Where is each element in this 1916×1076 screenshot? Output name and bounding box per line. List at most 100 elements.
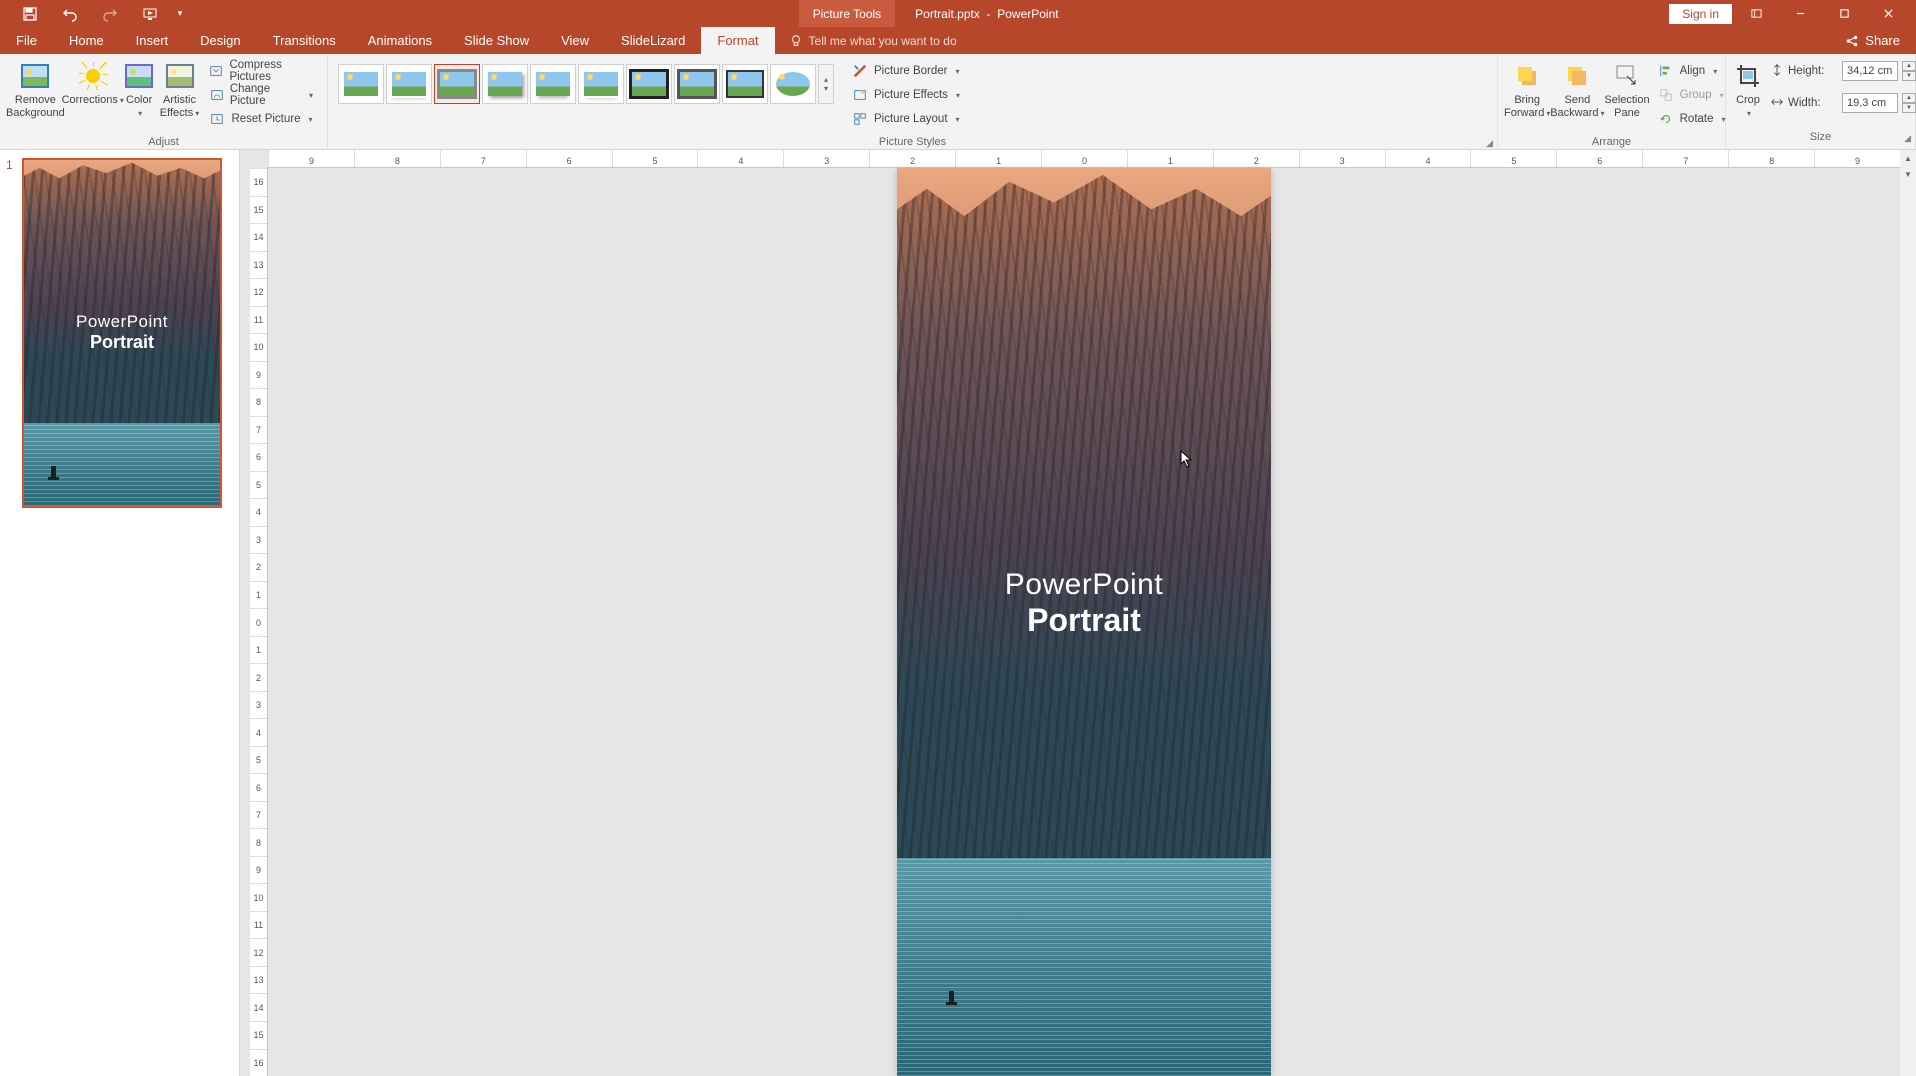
height-input[interactable]: 34,12 cm (1842, 61, 1898, 81)
rotate-button[interactable]: Rotate (1654, 108, 1730, 130)
bring-forward-button[interactable]: Bring Forward (1504, 58, 1550, 122)
selection-pane-button[interactable]: Selection Pane (1604, 58, 1649, 122)
share-label: Share (1865, 33, 1900, 48)
tab-animations[interactable]: Animations (352, 27, 448, 54)
color-icon (123, 60, 155, 92)
style-thumb-7[interactable] (626, 64, 672, 104)
color-button[interactable]: Color (121, 58, 158, 122)
group-adjust: Remove Background Corrections Color Arti… (0, 54, 328, 149)
quick-access-toolbar: ▾ (0, 0, 188, 27)
share-button[interactable]: Share (1829, 27, 1916, 54)
title-right: Sign in (1669, 0, 1916, 27)
artistic-effects-label: Artistic Effects (160, 94, 196, 119)
lightbulb-icon (789, 34, 803, 48)
style-thumb-9[interactable] (722, 64, 768, 104)
tab-insert[interactable]: Insert (120, 27, 185, 54)
width-input[interactable]: 19,3 cm (1842, 93, 1898, 113)
picture-effects-icon (852, 87, 868, 103)
corrections-icon (77, 60, 109, 92)
slide-canvas-area[interactable]: 9876543210123456789 16151413121110987654… (240, 150, 1916, 1076)
tab-slidelizard[interactable]: SlideLizard (605, 27, 701, 54)
slide-number-1: 1 (6, 158, 16, 508)
picture-styles-group-label: Picture Styles◢ (328, 136, 1497, 149)
picture-border-button[interactable]: Picture Border (848, 60, 964, 82)
maximize-button[interactable] (1824, 0, 1864, 27)
compress-pictures-button[interactable]: Compress Pictures (205, 60, 317, 82)
selection-pane-icon (1611, 60, 1643, 92)
group-arrange: Bring Forward Send Backward Selection Pa… (1498, 54, 1726, 149)
corrections-button[interactable]: Corrections (65, 58, 121, 109)
bring-forward-label: Bring Forward (1504, 94, 1544, 119)
style-thumb-2[interactable] (386, 64, 432, 104)
close-button[interactable] (1868, 0, 1908, 27)
filename-label: Portrait.pptx (915, 7, 980, 21)
style-thumb-6[interactable] (578, 64, 624, 104)
scroll-up-button[interactable]: ▲ (1900, 150, 1916, 166)
tab-transitions[interactable]: Transitions (257, 27, 352, 54)
slide-1[interactable]: PowerPoint Portrait (897, 168, 1271, 1076)
group-picture-styles: ▴▾ Picture Border Picture Effects Pictur… (328, 54, 1498, 149)
title-separator: - (983, 7, 997, 21)
picture-layout-icon (852, 111, 868, 127)
redo-button[interactable] (92, 0, 128, 27)
style-thumb-10[interactable] (770, 64, 816, 104)
picture-effects-button[interactable]: Picture Effects (848, 84, 964, 106)
picture-border-label: Picture Border (874, 65, 948, 77)
width-icon (1770, 95, 1784, 112)
picture-style-gallery: ▴▾ (334, 58, 838, 110)
tab-slideshow[interactable]: Slide Show (448, 27, 545, 54)
tab-format[interactable]: Format (701, 27, 774, 54)
tell-me-search[interactable]: Tell me what you want to do (775, 27, 971, 54)
vertical-ruler: 1615141312111098765432101234567891011121… (250, 168, 268, 1076)
color-label: Color (126, 94, 152, 106)
picture-layout-button[interactable]: Picture Layout (848, 108, 964, 130)
sign-in-button[interactable]: Sign in (1669, 4, 1732, 24)
picture-border-icon (852, 63, 868, 79)
reset-picture-button[interactable]: Reset Picture (205, 108, 317, 130)
remove-background-button[interactable]: Remove Background (6, 58, 65, 122)
ribbon-display-options-button[interactable] (1736, 0, 1776, 27)
start-from-beginning-button[interactable] (132, 0, 168, 27)
undo-button[interactable] (52, 0, 88, 27)
vertical-scrollbar[interactable]: ▲ ▼ (1900, 150, 1916, 1076)
tab-view[interactable]: View (545, 27, 605, 54)
change-picture-button[interactable]: Change Picture (205, 84, 317, 106)
tab-design[interactable]: Design (184, 27, 256, 54)
minimize-button[interactable] (1780, 0, 1820, 27)
rotate-label: Rotate (1680, 113, 1714, 125)
artistic-effects-button[interactable]: Artistic Effects (158, 58, 202, 122)
gallery-more-button[interactable]: ▴▾ (818, 64, 834, 104)
group-button[interactable]: Group (1654, 84, 1730, 106)
slide-text-line2: Portrait (897, 602, 1271, 639)
size-launcher-button[interactable]: ◢ (1904, 133, 1911, 144)
slide-thumbnail-1[interactable]: PowerPoint Portrait (22, 158, 222, 508)
tell-me-placeholder: Tell me what you want to do (809, 34, 957, 48)
tab-home[interactable]: Home (53, 27, 120, 54)
style-thumb-5[interactable] (530, 64, 576, 104)
align-label: Align (1680, 65, 1706, 77)
arrange-group-label: Arrange (1498, 136, 1725, 149)
height-row: Height: 34,12 cm ▲▼ (1770, 58, 1916, 84)
qat-customize-button[interactable]: ▾ (172, 0, 188, 27)
slide-text-box[interactable]: PowerPoint Portrait (897, 568, 1271, 639)
style-thumb-8[interactable] (674, 64, 720, 104)
compress-icon (209, 63, 223, 79)
save-button[interactable] (12, 0, 48, 27)
style-thumb-4[interactable] (482, 64, 528, 104)
crop-label: Crop (1736, 94, 1760, 106)
reset-picture-label: Reset Picture (231, 113, 300, 125)
title-bar: ▾ Picture Tools Portrait.pptx - PowerPoi… (0, 0, 1916, 27)
style-thumb-1[interactable] (338, 64, 384, 104)
picture-effects-label: Picture Effects (874, 89, 948, 101)
height-spinner[interactable]: ▲▼ (1902, 61, 1916, 81)
height-icon (1770, 63, 1784, 80)
scroll-down-button[interactable]: ▼ (1900, 166, 1916, 182)
style-thumb-3-selected[interactable] (434, 64, 480, 104)
group-icon (1658, 87, 1674, 103)
styles-launcher-button[interactable]: ◢ (1486, 138, 1493, 149)
crop-button[interactable]: Crop (1732, 58, 1764, 122)
width-spinner[interactable]: ▲▼ (1902, 93, 1916, 113)
align-button[interactable]: Align (1654, 60, 1730, 82)
tab-file[interactable]: File (0, 27, 53, 54)
send-backward-button[interactable]: Send Backward (1550, 58, 1604, 122)
